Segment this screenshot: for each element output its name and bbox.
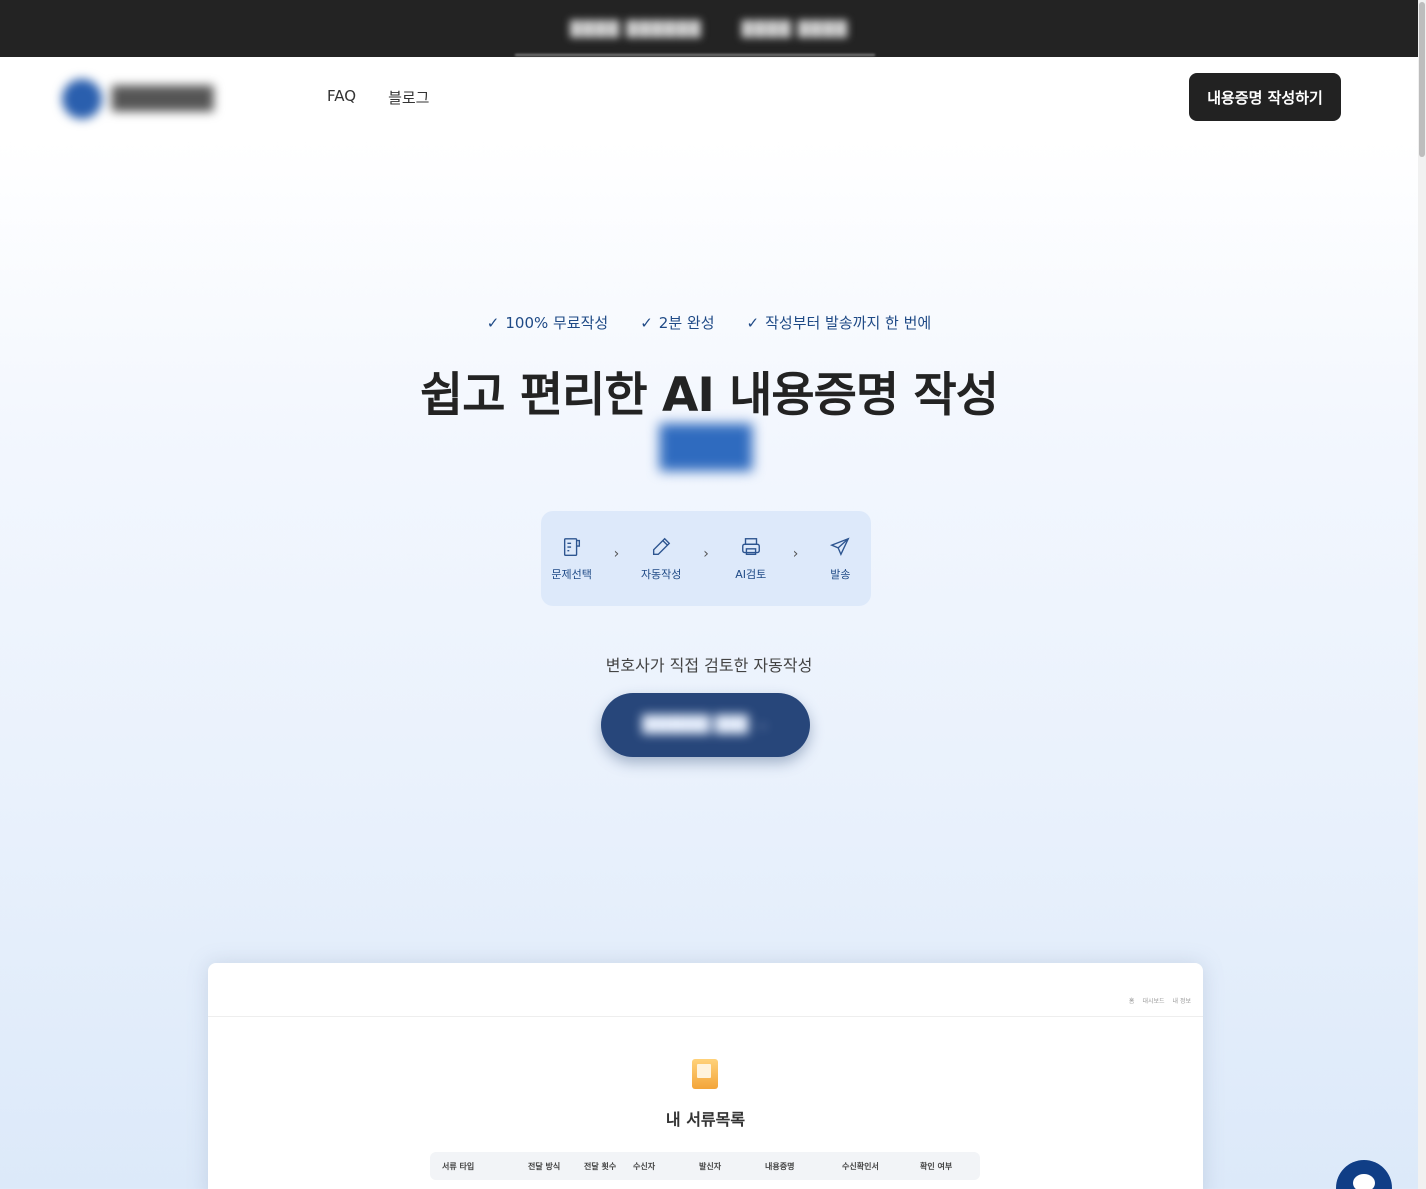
scrollbar-thumb[interactable] — [1419, 2, 1425, 157]
step-send: 발송 — [812, 536, 868, 582]
lawyer-review-text: 변호사가 직접 검토한 자동작성 — [605, 656, 813, 675]
document-select-icon — [563, 537, 580, 556]
start-writing-label-blurred: ██████ ███ → — [642, 716, 769, 733]
step-label: 문제선택 — [551, 567, 592, 581]
main-nav: FAQ 블로그 — [327, 87, 429, 108]
nav-blog[interactable]: 블로그 — [388, 87, 429, 108]
chevron-right-icon: › — [792, 545, 799, 562]
scrollbar[interactable] — [1418, 0, 1426, 1189]
feature-check-label: 100% 무료작성 — [505, 314, 609, 332]
step-ai-review: AI검토 — [723, 536, 779, 582]
process-steps: 문제선택 › 자동작성 › AI검토 › 발송 — [541, 511, 871, 606]
hero-subtitle-blurred: ███ — [659, 425, 753, 471]
ai-printer-icon — [741, 537, 760, 555]
preview-nav-item: 홈 — [1128, 998, 1135, 1005]
site-logo[interactable]: ██████ — [62, 75, 222, 123]
preview-nav: 홈 대시보드 내 정보 — [1129, 996, 1191, 1005]
table-column-header: 수신자 — [633, 1162, 656, 1171]
paper-plane-icon — [830, 536, 851, 556]
step-label: AI검토 — [735, 567, 767, 581]
feature-checks: ✓ 100% 무료작성 ✓ 2분 완성 ✓ 작성부터 발송까지 한 번에 — [0, 312, 1418, 333]
preview-nav-item: 대시보드 — [1142, 998, 1165, 1005]
logo-wordmark: ██████ — [112, 86, 214, 112]
feature-check-label: 2분 완성 — [658, 314, 715, 332]
preview-table-header: 서류 타입 전달 방식 전달 횟수 수신자 발신자 내용증명 수신확인서 확인 … — [430, 1152, 980, 1180]
preview-title: 내 서류목록 — [665, 1110, 746, 1129]
table-column-header: 확인 여부 — [920, 1162, 953, 1171]
preview-header: 홈 대시보드 내 정보 — [208, 963, 1203, 1017]
feature-check-free: ✓ 100% 무료작성 — [487, 312, 608, 333]
nav-faq[interactable]: FAQ — [327, 87, 356, 108]
start-writing-button[interactable]: ██████ ███ → — [601, 693, 810, 757]
chevron-right-icon: › — [613, 545, 620, 562]
feature-check-label: 작성부터 발송까지 한 번에 — [765, 314, 932, 332]
announcement-text-right[interactable]: ████ ████ — [742, 20, 849, 38]
table-column-header: 전달 횟수 — [584, 1162, 617, 1171]
feature-check-send: ✓ 작성부터 발송까지 한 번에 — [747, 312, 932, 333]
chevron-right-icon: › — [703, 545, 709, 562]
site-header: ██████ FAQ 블로그 내용증명 작성하기 — [0, 57, 1418, 137]
chat-support-button[interactable] — [1336, 1160, 1392, 1189]
hero-title: 쉽고 편리한 AI 내용증명 작성 — [420, 368, 999, 423]
step-select-problem: 문제선택 — [544, 536, 600, 582]
logo-mark — [62, 79, 102, 119]
table-column-header: 수신확인서 — [842, 1162, 879, 1171]
table-column-header: 발신자 — [699, 1162, 722, 1171]
preview-nav-item: 내 정보 — [1172, 998, 1191, 1005]
table-column-header: 서류 타입 — [442, 1162, 475, 1171]
feature-check-fast: ✓ 2분 완성 — [640, 312, 714, 333]
step-label: 자동작성 — [640, 567, 682, 581]
check-icon: ✓ — [746, 313, 760, 332]
announcement-text-left[interactable]: ████ ██████ — [570, 20, 702, 38]
announcement-bar: ████ ██████ ████ ████ — [0, 0, 1418, 57]
table-column-header: 전달 방식 — [528, 1162, 561, 1171]
check-icon: ✓ — [640, 313, 653, 332]
step-auto-write: 자동작성 — [633, 536, 689, 582]
dashboard-preview: 홈 대시보드 내 정보 내 서류목록 서류 타입 전달 방식 전달 횟수 수신자… — [208, 963, 1203, 1189]
announcement-underline — [515, 54, 875, 56]
write-certification-button[interactable]: 내용증명 작성하기 — [1189, 73, 1341, 121]
step-label: 발송 — [830, 567, 851, 581]
chat-bubble-icon — [1353, 1174, 1375, 1189]
check-icon: ✓ — [486, 313, 500, 332]
table-column-header: 내용증명 — [765, 1162, 795, 1171]
pencil-icon — [653, 537, 671, 555]
folder-document-icon — [692, 1059, 718, 1089]
